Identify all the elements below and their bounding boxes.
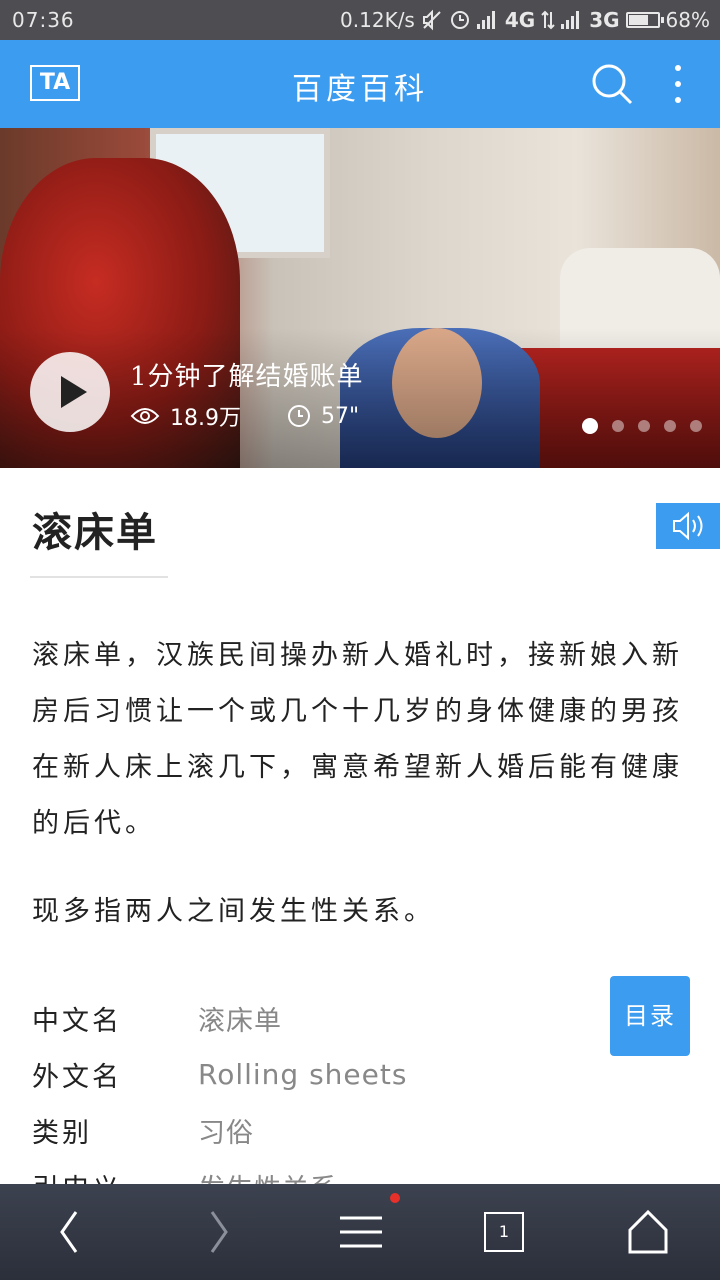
video-meta: 18.9万 57" <box>130 400 359 432</box>
clock-icon <box>288 405 310 427</box>
forward-icon[interactable] <box>188 1204 248 1260</box>
data-transfer-icon <box>541 10 555 30</box>
article-title: 滚床单 <box>32 509 158 556</box>
alarm-icon <box>450 11 469 29</box>
info-row: 外文名 Rolling sheets <box>32 1046 592 1102</box>
info-value: 滚床单 <box>198 1005 282 1037</box>
view-count: 18.9万 <box>170 406 241 431</box>
article-paragraph: 滚床单，汉族民间操办新人婚礼时，接新娘入新房后习惯让一个或几个十几岁的身体健康的… <box>32 640 683 839</box>
info-row: 类别 习俗 <box>32 1102 592 1158</box>
battery-icon <box>625 12 664 28</box>
status-time: 07:36 <box>12 8 75 32</box>
carousel-dot[interactable] <box>612 420 624 432</box>
toc-button[interactable]: 目录 <box>610 976 690 1056</box>
info-row: 中文名 滚床单 <box>32 990 592 1046</box>
info-key: 中文名 <box>32 1005 122 1037</box>
carousel-dots <box>582 418 702 434</box>
video-title[interactable]: 1分钟了解结婚账单 <box>130 356 364 393</box>
signal-icon-2 <box>561 11 583 29</box>
info-key: 外文名 <box>32 1061 122 1093</box>
notification-dot <box>390 1193 400 1203</box>
search-icon[interactable] <box>590 62 634 106</box>
network-4g: 4G <box>504 8 536 32</box>
play-button[interactable] <box>30 352 110 432</box>
home-icon[interactable] <box>618 1204 678 1260</box>
back-icon[interactable] <box>40 1204 100 1260</box>
menu-icon[interactable] <box>330 1204 390 1260</box>
app-bar: TA 百度百科 <box>0 40 720 128</box>
info-value: Rolling sheets <box>198 1057 408 1091</box>
carousel-dot[interactable] <box>638 420 650 432</box>
carousel-dot[interactable] <box>582 418 598 434</box>
speaker-icon <box>673 511 703 541</box>
eye-icon <box>130 408 160 424</box>
status-right: 0.12K/s 4G 3G 68% <box>340 8 710 32</box>
signal-icon <box>476 11 499 29</box>
video-duration: 57" <box>321 403 360 429</box>
audio-button[interactable] <box>656 503 720 549</box>
title-divider <box>30 576 168 578</box>
carousel-dot[interactable] <box>690 420 702 432</box>
video-banner[interactable]: 1分钟了解结婚账单 18.9万 57" <box>0 128 720 468</box>
carousel-dot[interactable] <box>664 420 676 432</box>
status-bar: 07:36 0.12K/s 4G 3G 68% <box>0 0 720 40</box>
battery-percent: 68% <box>665 8 710 32</box>
network-3g: 3G <box>589 8 620 32</box>
mute-icon <box>422 9 441 31</box>
info-box: 中文名 滚床单 外文名 Rolling sheets 类别 习俗 引申义 发生性… <box>32 990 592 1214</box>
more-icon[interactable] <box>664 62 692 106</box>
article-paragraph: 现多指两人之间发生性关系。 <box>32 896 435 927</box>
info-key: 类别 <box>32 1117 92 1149</box>
info-value: 习俗 <box>198 1117 254 1149</box>
bottom-toolbar <box>0 1184 720 1280</box>
tabs-icon[interactable]: 1 <box>484 1212 524 1252</box>
net-speed: 0.12K/s <box>340 8 415 32</box>
